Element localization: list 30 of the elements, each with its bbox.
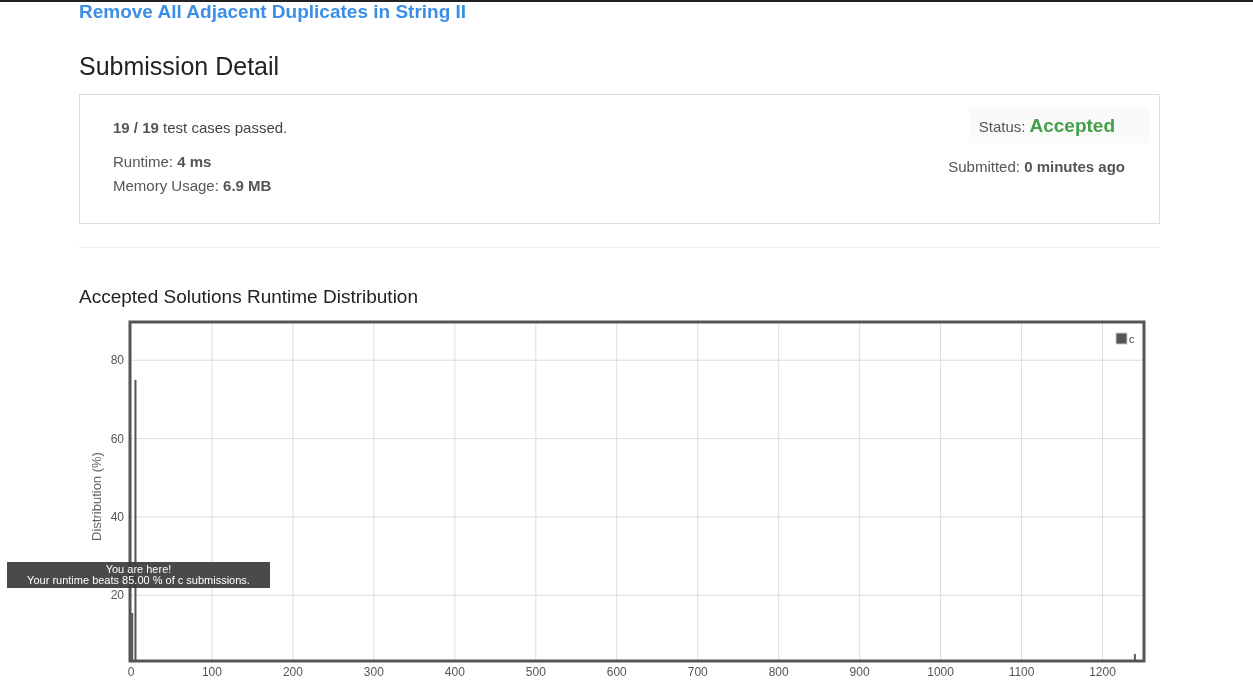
legend-label: c	[1129, 333, 1135, 345]
x-tick-label: 800	[768, 665, 789, 679]
status-value: Accepted	[1029, 115, 1115, 136]
problem-link[interactable]: Remove All Adjacent Duplicates in String II	[79, 2, 1160, 22]
x-tick-label: 1200	[1089, 665, 1116, 679]
x-tick-label: 500	[525, 665, 546, 679]
y-tick-label: 40	[110, 509, 124, 524]
x-tick-label: 400	[444, 665, 465, 679]
y-axis-label: Distribution (%)	[89, 452, 104, 541]
submitted-text: Submitted: 0 minutes ago	[948, 157, 1125, 177]
x-tick-label: 600	[606, 665, 627, 679]
tooltip-text: You are here!	[105, 564, 172, 575]
test-cases-text: 19 / 19 test cases passed.	[113, 119, 288, 136]
memory-text: Memory Usage: 6.9 MB	[113, 176, 273, 196]
x-tick-label: 100	[201, 665, 222, 679]
y-tick-label: 20	[110, 588, 124, 603]
x-tick-label: 1100	[1008, 665, 1035, 679]
status-label: Status:	[978, 118, 1026, 135]
chart-title: Accepted Solutions Runtime Distribution	[79, 286, 419, 308]
y-tick-label: 80	[110, 353, 124, 368]
x-tick-label: 300	[363, 665, 384, 679]
tooltip-text: Your runtime beats 85.00 % of c submissions.	[27, 575, 250, 586]
page-heading: Submission Detail	[79, 52, 281, 80]
x-tick-label: 700	[687, 665, 708, 679]
x-tick-label: 900	[849, 665, 870, 679]
x-tick-label: 1000	[927, 665, 954, 679]
x-tick-label: 0	[127, 665, 135, 679]
y-tick-label: 60	[110, 431, 124, 446]
x-tick-label: 200	[282, 665, 303, 679]
runtime-text: Runtime: 4 ms	[113, 152, 213, 172]
